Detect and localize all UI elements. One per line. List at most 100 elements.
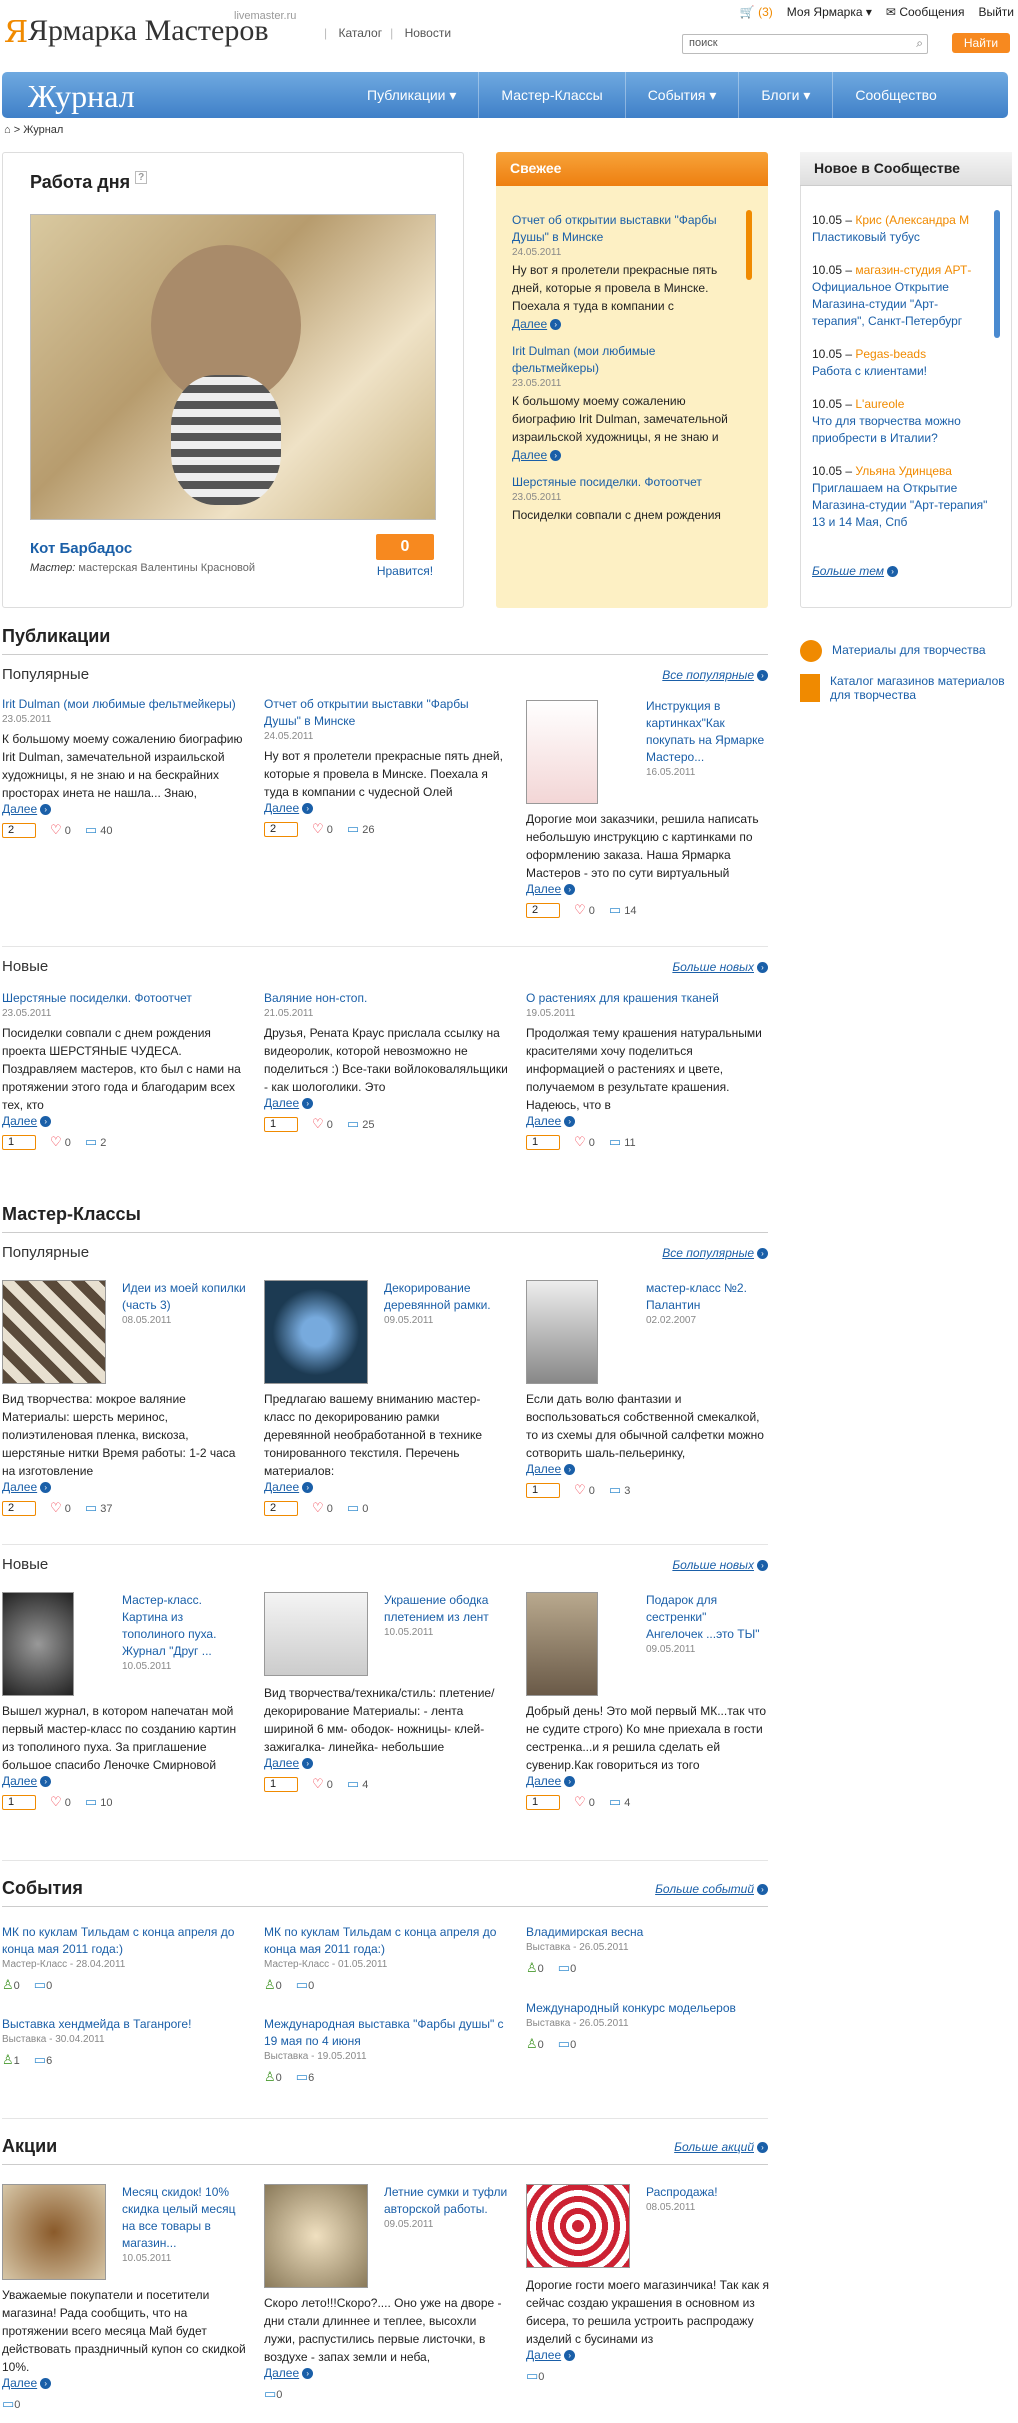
- more-link[interactable]: Далее ›: [526, 1114, 770, 1128]
- more-link[interactable]: Далее ›: [512, 446, 738, 464]
- catalog-link[interactable]: Каталог: [338, 26, 382, 40]
- more-link[interactable]: Далее ›: [264, 801, 508, 815]
- likes-count[interactable]: 1: [264, 1116, 298, 1132]
- likes-count[interactable]: 2: [2, 822, 36, 838]
- more-topics-link[interactable]: Больше тем ›: [812, 564, 899, 578]
- nav-item-events[interactable]: События ▾: [624, 72, 739, 118]
- cart-link[interactable]: 🛒 (3): [740, 5, 773, 19]
- nav-item-community[interactable]: Сообщество: [832, 72, 958, 118]
- community-scrollbar[interactable]: [994, 210, 1000, 338]
- likes-count[interactable]: 1: [526, 1794, 560, 1810]
- event-title[interactable]: Международный конкурс модельеров: [526, 2000, 770, 2017]
- comments[interactable]: ▭ 0: [347, 1500, 368, 1516]
- author-link[interactable]: Ульяна Удинцева: [855, 464, 952, 478]
- work-title[interactable]: Кот Барбадос: [30, 540, 132, 557]
- shops-catalog-link[interactable]: Каталог магазинов материалов для творчес…: [800, 674, 1012, 702]
- masterclass-thumbnail[interactable]: [526, 1592, 598, 1696]
- more-link[interactable]: Далее ›: [264, 1756, 508, 1770]
- all-popular-link[interactable]: Все популярные ›: [662, 668, 768, 682]
- action-thumbnail[interactable]: [2, 2184, 106, 2280]
- more-link[interactable]: Далее ›: [264, 2366, 508, 2380]
- materials-link[interactable]: Материалы для творчества: [800, 640, 1012, 662]
- nav-item-blogs[interactable]: Блоги ▾: [738, 72, 832, 118]
- comments[interactable]: ▭0: [558, 1960, 576, 1976]
- hearts[interactable]: ♡ 0: [50, 1794, 71, 1810]
- card-title[interactable]: Украшение ободка плетением из лент: [384, 1592, 508, 1626]
- hearts[interactable]: ♡ 0: [50, 1134, 71, 1150]
- hearts[interactable]: ♡ 0: [312, 1500, 333, 1516]
- logo-icon[interactable]: Я: [4, 18, 28, 48]
- masterclass-thumbnail[interactable]: [264, 1592, 368, 1676]
- hearts[interactable]: ♡ 0: [50, 822, 71, 838]
- likes-count[interactable]: 2: [2, 1500, 36, 1516]
- help-icon[interactable]: ?: [135, 171, 148, 184]
- comments[interactable]: ▭ 3: [609, 1482, 630, 1498]
- more-link[interactable]: Далее ›: [526, 882, 770, 896]
- logo[interactable]: Ярмарка Мастеров: [28, 14, 268, 48]
- comments[interactable]: ▭6: [296, 2069, 314, 2085]
- participants[interactable]: ♙0: [526, 2036, 544, 2052]
- comments[interactable]: ▭6: [34, 2052, 52, 2068]
- nav-item-publications[interactable]: Публикации ▾: [345, 72, 478, 118]
- participants[interactable]: ♙0: [526, 1960, 544, 1976]
- comments[interactable]: ▭ 25: [347, 1116, 375, 1132]
- card-title[interactable]: Инструкция в картинках"Как покупать на Я…: [646, 698, 766, 766]
- participants[interactable]: ♙0: [264, 2069, 282, 2085]
- more-link[interactable]: Далее ›: [526, 1774, 770, 1788]
- all-popular-link[interactable]: Все популярные ›: [662, 1246, 768, 1260]
- likes-count[interactable]: 2: [264, 821, 298, 837]
- more-link[interactable]: Далее ›: [2, 1114, 246, 1128]
- likes-count[interactable]: 1: [264, 1776, 298, 1792]
- comments[interactable]: ▭ 4: [609, 1794, 630, 1810]
- likes-count[interactable]: 1: [526, 1482, 560, 1498]
- card-title[interactable]: мастер-класс №2. Палантин: [646, 1280, 766, 1314]
- topic-link[interactable]: Пластиковый тубус: [812, 229, 988, 246]
- likes-count[interactable]: 2: [264, 1500, 298, 1516]
- card-title[interactable]: Отчет об открытии выставки "Фарбы Душы" …: [264, 696, 508, 730]
- hearts[interactable]: ♡ 0: [574, 902, 595, 918]
- more-link[interactable]: Далее ›: [264, 1096, 508, 1110]
- search-icon[interactable]: ⌕: [916, 36, 923, 51]
- masterclass-thumbnail[interactable]: [2, 1280, 106, 1384]
- card-title[interactable]: Декорирование деревянной рамки.: [384, 1280, 508, 1314]
- logout-link[interactable]: Выйти: [978, 5, 1014, 19]
- topic-link[interactable]: Что для творчества можно приобрести в Ит…: [812, 413, 988, 447]
- more-actions-link[interactable]: Больше акций ›: [674, 2140, 768, 2154]
- hearts[interactable]: ♡ 0: [50, 1500, 71, 1516]
- like-button[interactable]: Нравится!: [376, 564, 434, 578]
- card-title[interactable]: Мастер-класс. Картина из тополиного пуха…: [122, 1592, 246, 1660]
- participants[interactable]: ♙0: [264, 1977, 282, 1993]
- likes-count[interactable]: 1: [2, 1794, 36, 1810]
- publication-thumbnail[interactable]: [526, 700, 598, 804]
- topic-link[interactable]: Работа с клиентами!: [812, 363, 988, 380]
- likes-count[interactable]: 1: [526, 1134, 560, 1150]
- author-link[interactable]: магазин-студия АРТ-: [855, 263, 971, 277]
- card-title[interactable]: Месяц скидок! 10% скидка целый месяц на …: [122, 2184, 246, 2252]
- more-link[interactable]: Далее ›: [526, 2348, 770, 2362]
- comments[interactable]: ▭ 2: [85, 1134, 106, 1150]
- masterclass-thumbnail[interactable]: [2, 1592, 74, 1696]
- more-link[interactable]: Далее ›: [2, 2376, 246, 2390]
- more-link[interactable]: Далее ›: [2, 1480, 246, 1494]
- messages-link[interactable]: ✉ Сообщения: [886, 5, 965, 19]
- card-title[interactable]: О растениях для крашения тканей: [526, 990, 770, 1007]
- action-thumbnail[interactable]: [526, 2184, 630, 2268]
- work-of-day-image[interactable]: [30, 214, 436, 520]
- hearts[interactable]: ♡ 0: [574, 1794, 595, 1810]
- comments[interactable]: ▭ 4: [347, 1776, 368, 1792]
- card-title[interactable]: Шерстяные посиделки. Фотоотчет: [2, 990, 246, 1007]
- comments[interactable]: ▭ 14: [609, 902, 637, 918]
- card-title[interactable]: Распродажа!: [646, 2184, 766, 2201]
- more-link[interactable]: Далее ›: [264, 1480, 508, 1494]
- likes-count[interactable]: 2: [526, 902, 560, 918]
- hearts[interactable]: ♡ 0: [574, 1482, 595, 1498]
- card-title[interactable]: Идеи из моей копилки (часть 3): [122, 1280, 246, 1314]
- event-title[interactable]: Международная выставка "Фарбы душы" с 19…: [264, 2016, 508, 2050]
- comments[interactable]: ▭0: [558, 2036, 576, 2052]
- masterclass-thumbnail[interactable]: [264, 1280, 368, 1384]
- comments[interactable]: ▭0: [2, 2396, 20, 2412]
- topic-link[interactable]: Приглашаем на Открытие Магазина-студии "…: [812, 480, 988, 531]
- card-title[interactable]: Irit Dulman (мои любимые фельтмейкеры): [2, 696, 246, 713]
- more-events-link[interactable]: Больше событий ›: [655, 1882, 768, 1896]
- comments[interactable]: ▭ 37: [85, 1500, 113, 1516]
